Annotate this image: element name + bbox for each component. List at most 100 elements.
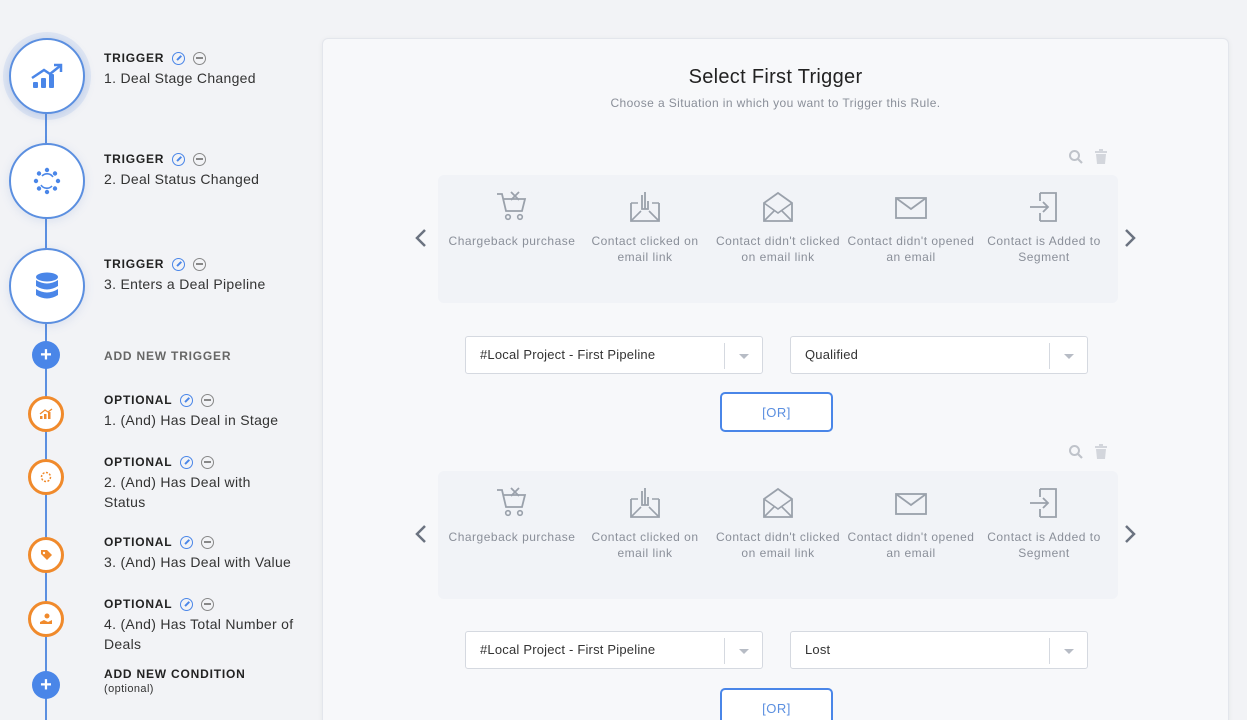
trigger-2-kind: TRIGGER — [104, 152, 165, 166]
carousel-next-arrow[interactable] — [1120, 224, 1140, 252]
condition-3-label: OPTIONAL 3. (And) Has Deal with Value — [104, 535, 291, 572]
add-condition-sub: (optional) — [104, 683, 154, 695]
trigger-carousel: Chargeback purchase Contact clicked on e… — [438, 471, 1118, 599]
chevron-down-icon[interactable] — [1049, 343, 1087, 369]
trigger-card-not-clicked[interactable]: Contact didn't clicked on email link — [714, 175, 842, 303]
remove-icon[interactable] — [193, 152, 207, 166]
stage-select[interactable]: Lost — [790, 631, 1088, 669]
condition-4-label: OPTIONAL 4. (And) Has Total Number of De… — [104, 597, 294, 654]
pipeline-select[interactable]: #Local Project - First Pipeline — [465, 631, 763, 669]
trigger-3-node[interactable] — [9, 248, 85, 324]
chevron-down-icon[interactable] — [1049, 638, 1087, 664]
card-label: Contact is Added to Segment — [987, 234, 1101, 264]
chevron-right-icon — [1125, 525, 1136, 543]
condition-3-title[interactable]: 3. (And) Has Deal with Value — [104, 552, 291, 572]
search-icon[interactable] — [1068, 149, 1084, 165]
card-label: Chargeback purchase — [448, 530, 576, 544]
pipeline-select-value: #Local Project - First Pipeline — [480, 347, 656, 362]
chevron-left-icon — [415, 229, 426, 247]
trigger-card-not-clicked[interactable]: Contact didn't clicked on email link — [714, 471, 842, 599]
condition-3-kind: OPTIONAL — [104, 535, 173, 549]
remove-icon[interactable] — [201, 597, 215, 611]
trigger-1-title[interactable]: 1. Deal Stage Changed — [104, 68, 256, 88]
rule-steps-sidebar: TRIGGER 1. Deal Stage Changed TRIGGER 2.… — [0, 0, 310, 720]
card-label: Contact didn't opened an email — [847, 530, 975, 560]
trigger-2-title[interactable]: 2. Deal Status Changed — [104, 169, 259, 189]
condition-1-title[interactable]: 1. (And) Has Deal in Stage — [104, 410, 278, 430]
pipeline-select-value: #Local Project - First Pipeline — [480, 642, 656, 657]
sign-in-icon — [1030, 192, 1057, 222]
carousel-prev-arrow[interactable] — [411, 224, 431, 252]
condition-3-node[interactable] — [28, 537, 64, 573]
card-label: Contact didn't clicked on email link — [715, 234, 840, 264]
edit-icon[interactable] — [180, 455, 194, 469]
plus-icon: + — [40, 344, 52, 366]
stage-select-value: Qualified — [805, 347, 859, 362]
condition-2-node[interactable] — [28, 459, 64, 495]
trigger-3-title[interactable]: 3. Enters a Deal Pipeline — [104, 274, 266, 294]
hand-coin-icon — [40, 613, 52, 624]
tag-icon — [41, 550, 52, 560]
edit-icon[interactable] — [172, 152, 186, 166]
envelope-open-icon — [763, 191, 793, 222]
condition-2-title[interactable]: 2. (And) Has Deal with Status — [104, 472, 284, 512]
condition-1-label: OPTIONAL 1. (And) Has Deal in Stage — [104, 393, 278, 430]
plus-icon: + — [40, 674, 52, 696]
trigger-card-added-segment[interactable]: Contact is Added to Segment — [980, 471, 1108, 599]
card-label: Contact clicked on email link — [591, 234, 699, 264]
edit-icon[interactable] — [172, 51, 186, 65]
add-condition-label[interactable]: ADD NEW CONDITION (optional) — [104, 667, 246, 695]
add-trigger-button[interactable]: + — [32, 341, 60, 369]
add-trigger-label[interactable]: ADD NEW TRIGGER — [104, 349, 231, 363]
or-button[interactable]: [OR] — [720, 688, 833, 720]
remove-icon[interactable] — [193, 51, 207, 65]
inbox-click-icon — [630, 488, 660, 518]
stage-select[interactable]: Qualified — [790, 336, 1088, 374]
trash-icon[interactable] — [1094, 149, 1108, 165]
remove-icon[interactable] — [201, 535, 215, 549]
remove-icon[interactable] — [201, 455, 215, 469]
condition-2-label: OPTIONAL 2. (And) Has Deal with Status — [104, 455, 284, 512]
edit-icon[interactable] — [180, 597, 194, 611]
trigger-card-not-opened[interactable]: Contact didn't opened an email — [847, 175, 975, 303]
carousel-next-arrow[interactable] — [1120, 520, 1140, 548]
add-condition-main: ADD NEW CONDITION — [104, 667, 246, 681]
trigger-card-chargeback[interactable]: Chargeback purchase — [448, 175, 576, 303]
search-icon[interactable] — [1068, 444, 1084, 460]
cart-x-icon — [497, 191, 527, 221]
trigger-1-label: TRIGGER 1. Deal Stage Changed — [104, 51, 256, 88]
trigger-selection-panel: Select First Trigger Choose a Situation … — [322, 38, 1229, 720]
condition-1-node[interactable] — [28, 396, 64, 432]
chevron-down-icon[interactable] — [724, 343, 762, 369]
database-icon — [36, 272, 58, 299]
pipeline-select[interactable]: #Local Project - First Pipeline — [465, 336, 763, 374]
trash-icon[interactable] — [1094, 444, 1108, 460]
block-tools — [1068, 444, 1108, 462]
trigger-3-label: TRIGGER 3. Enters a Deal Pipeline — [104, 257, 266, 294]
trigger-2-node[interactable] — [9, 143, 85, 219]
trigger-card-clicked-link[interactable]: Contact clicked on email link — [581, 175, 709, 303]
block-tools — [1068, 149, 1108, 167]
trigger-card-clicked-link[interactable]: Contact clicked on email link — [581, 471, 709, 599]
envelope-open-icon — [763, 487, 793, 518]
condition-4-node[interactable] — [28, 601, 64, 637]
trigger-card-added-segment[interactable]: Contact is Added to Segment — [980, 175, 1108, 303]
panel-title: Select First Trigger — [688, 66, 863, 88]
remove-icon[interactable] — [193, 257, 207, 271]
chevron-down-icon[interactable] — [724, 638, 762, 664]
or-button[interactable]: [OR] — [720, 392, 833, 432]
trigger-card-not-opened[interactable]: Contact didn't opened an email — [847, 471, 975, 599]
trigger-1-node[interactable] — [9, 38, 85, 114]
edit-icon[interactable] — [172, 257, 186, 271]
edit-icon[interactable] — [180, 393, 194, 407]
condition-4-title[interactable]: 4. (And) Has Total Number of Deals — [104, 614, 294, 654]
chart-up-icon — [39, 408, 53, 419]
stage-select-value: Lost — [805, 642, 831, 657]
edit-icon[interactable] — [180, 535, 194, 549]
add-condition-button[interactable]: + — [32, 671, 60, 699]
card-label: Contact clicked on email link — [591, 530, 699, 560]
carousel-prev-arrow[interactable] — [411, 520, 431, 548]
remove-icon[interactable] — [201, 393, 215, 407]
trigger-card-chargeback[interactable]: Chargeback purchase — [448, 471, 576, 599]
chevron-left-icon — [415, 525, 426, 543]
